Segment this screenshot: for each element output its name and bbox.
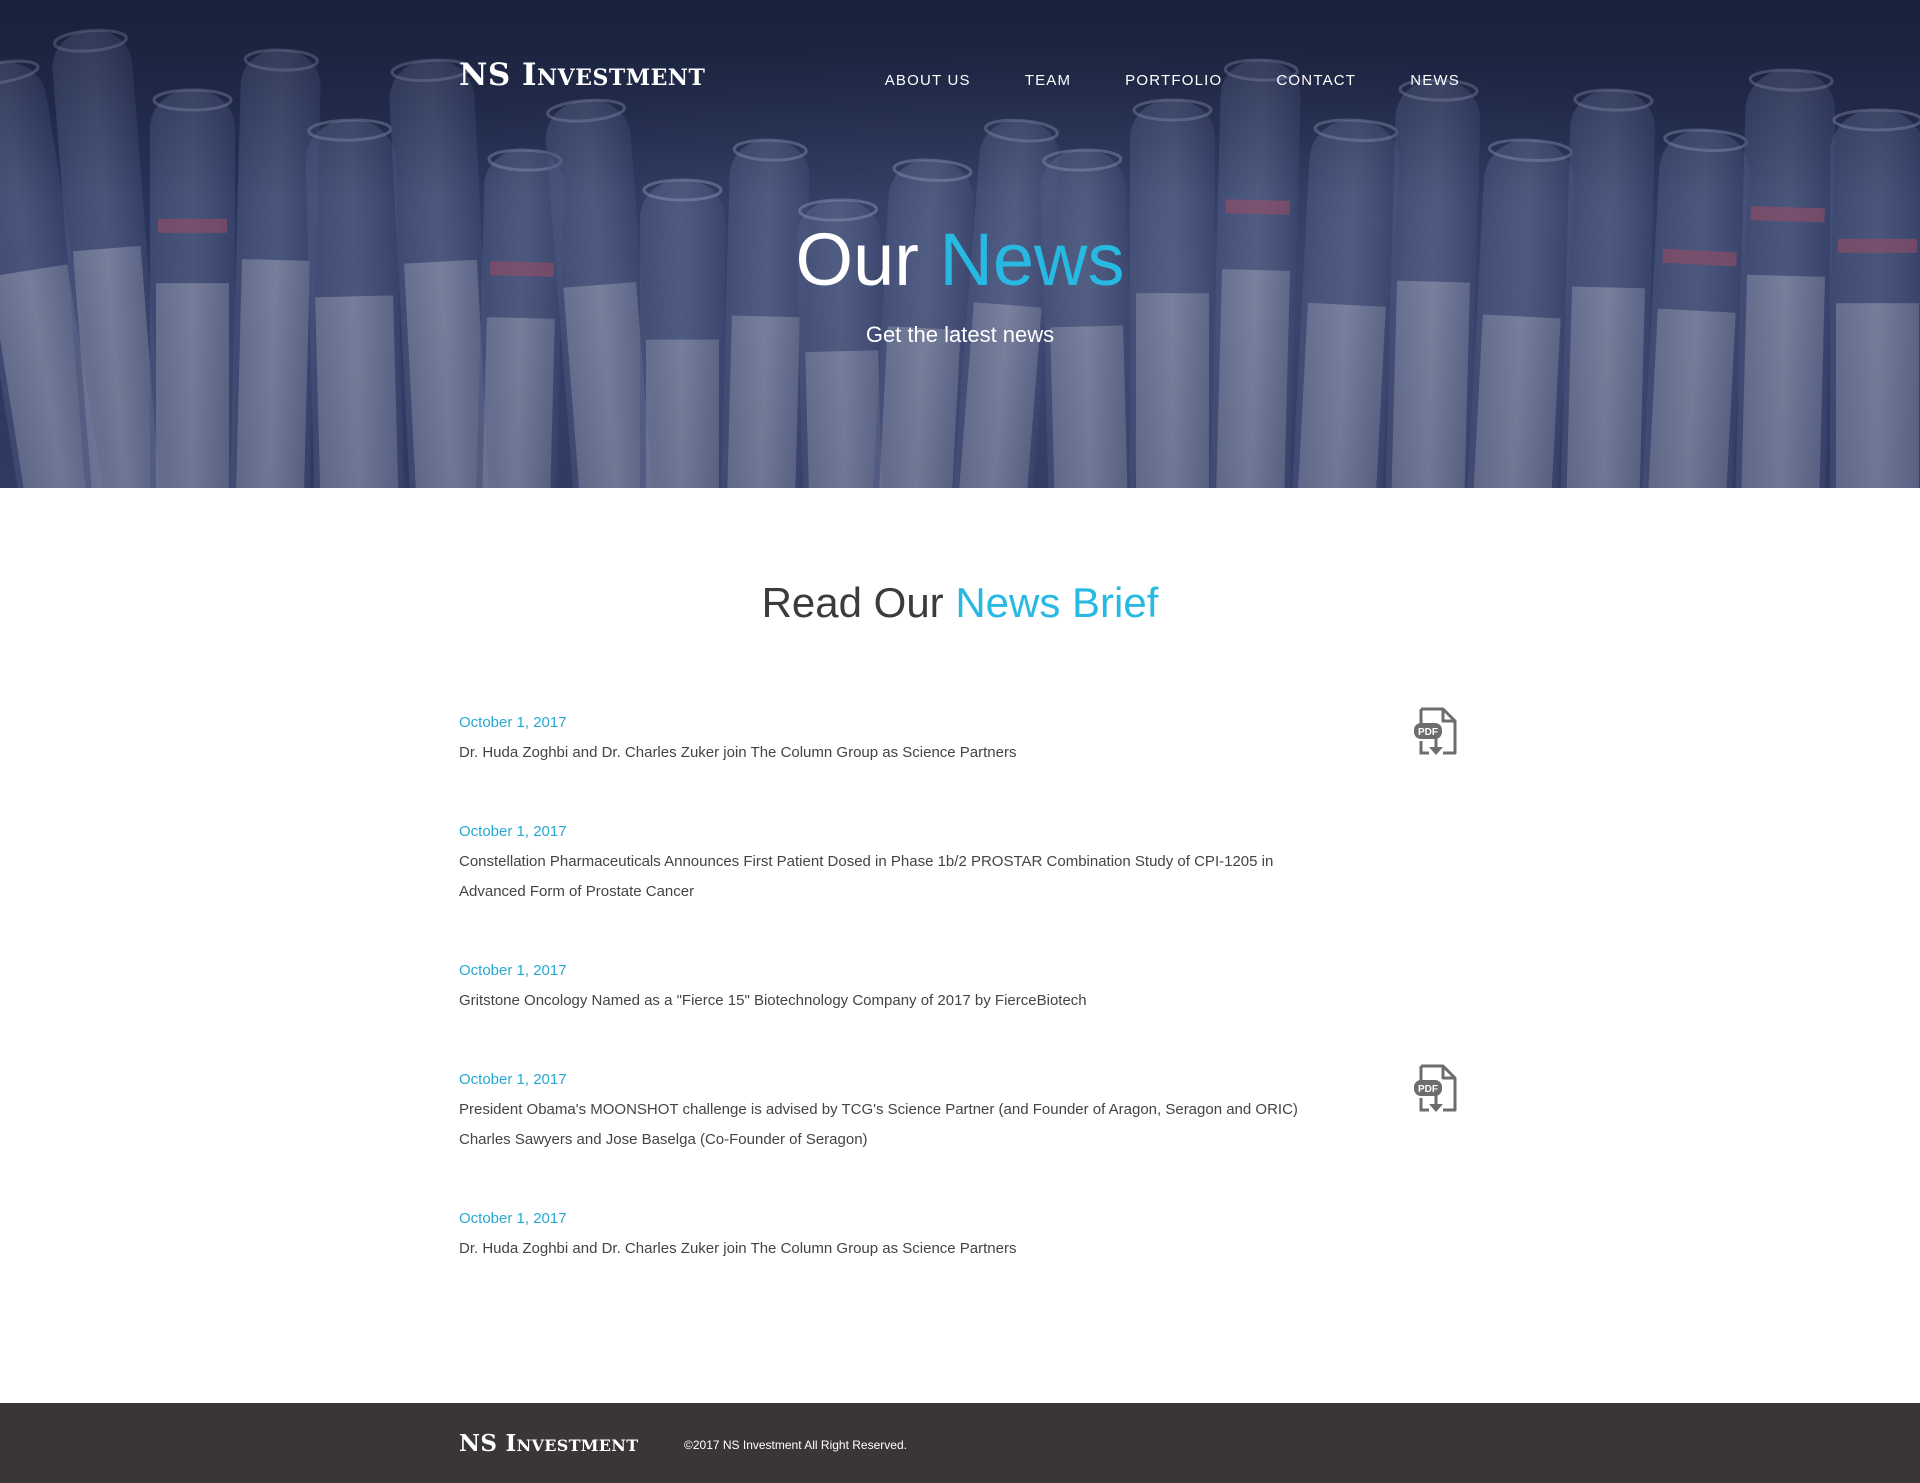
news-headline-link[interactable]: Constellation Pharmaceuticals Announces … <box>459 847 1339 907</box>
pdf-badge-label: PDF <box>1418 1084 1438 1095</box>
hero-subtitle: Get the latest news <box>865 322 1055 347</box>
news-headline-link[interactable]: Gritstone Oncology Named as a "Fierce 15… <box>459 986 1339 1016</box>
hero-title: Our News <box>0 218 1920 302</box>
pdf-badge-label: PDF <box>1418 727 1438 738</box>
news-item: October 1, 2017 Gritstone Oncology Named… <box>459 961 1459 1016</box>
news-date: October 1, 2017 <box>459 1210 567 1227</box>
news-item: October 1, 2017 Dr. Huda Zoghbi and Dr. … <box>459 1209 1459 1264</box>
news-list: October 1, 2017 Dr. Huda Zoghbi and Dr. … <box>459 707 1459 1264</box>
section-title-plain: Read Our <box>761 579 944 626</box>
nav-team[interactable]: TEAM <box>1025 72 1071 89</box>
news-section: Read Our News Brief October 1, 2017 Dr. … <box>0 488 1920 1403</box>
nav-contact[interactable]: CONTACT <box>1276 72 1356 89</box>
nav-about-us[interactable]: ABOUT US <box>885 72 971 89</box>
pdf-download-button[interactable]: PDF <box>1413 707 1459 759</box>
nav-news[interactable]: NEWS <box>1410 72 1460 89</box>
pdf-download-icon: PDF <box>1414 1064 1457 1112</box>
news-headline-link[interactable]: President Obama's MOONSHOT challenge is … <box>459 1095 1339 1155</box>
hero-title-plain: Our <box>795 218 919 301</box>
news-item: October 1, 2017 President Obama's MOONSH… <box>459 1064 1459 1155</box>
news-date: October 1, 2017 <box>459 962 567 979</box>
section-title-accent: News Brief <box>955 579 1159 626</box>
site-logo[interactable]: NS Investment <box>459 57 705 93</box>
news-date: October 1, 2017 <box>459 823 567 840</box>
hero-banner: NS Investment ABOUT US TEAM PORTFOLIO CO… <box>0 0 1920 488</box>
section-title: Read Our News Brief <box>0 578 1920 628</box>
news-item: October 1, 2017 Dr. Huda Zoghbi and Dr. … <box>459 707 1459 768</box>
nav-portfolio[interactable]: PORTFOLIO <box>1125 72 1222 89</box>
main-nav: ABOUT US TEAM PORTFOLIO CONTACT NEWS <box>831 72 1460 89</box>
footer-logo[interactable]: NS Investment <box>459 1430 638 1457</box>
news-date: October 1, 2017 <box>459 714 567 731</box>
news-item: October 1, 2017 Constellation Pharmaceut… <box>459 822 1459 907</box>
footer-copyright: ©2017 NS Investment All Right Reserved. <box>684 1438 907 1452</box>
pdf-download-icon: PDF <box>1414 707 1457 755</box>
pdf-download-button[interactable]: PDF <box>1413 1064 1459 1116</box>
hero-title-accent: News <box>939 218 1125 301</box>
site-footer: NS Investment ©2017 NS Investment All Ri… <box>0 1403 1920 1483</box>
news-date: October 1, 2017 <box>459 1071 567 1088</box>
news-headline-link[interactable]: Dr. Huda Zoghbi and Dr. Charles Zuker jo… <box>459 1234 1339 1264</box>
news-headline-link[interactable]: Dr. Huda Zoghbi and Dr. Charles Zuker jo… <box>459 738 1339 768</box>
